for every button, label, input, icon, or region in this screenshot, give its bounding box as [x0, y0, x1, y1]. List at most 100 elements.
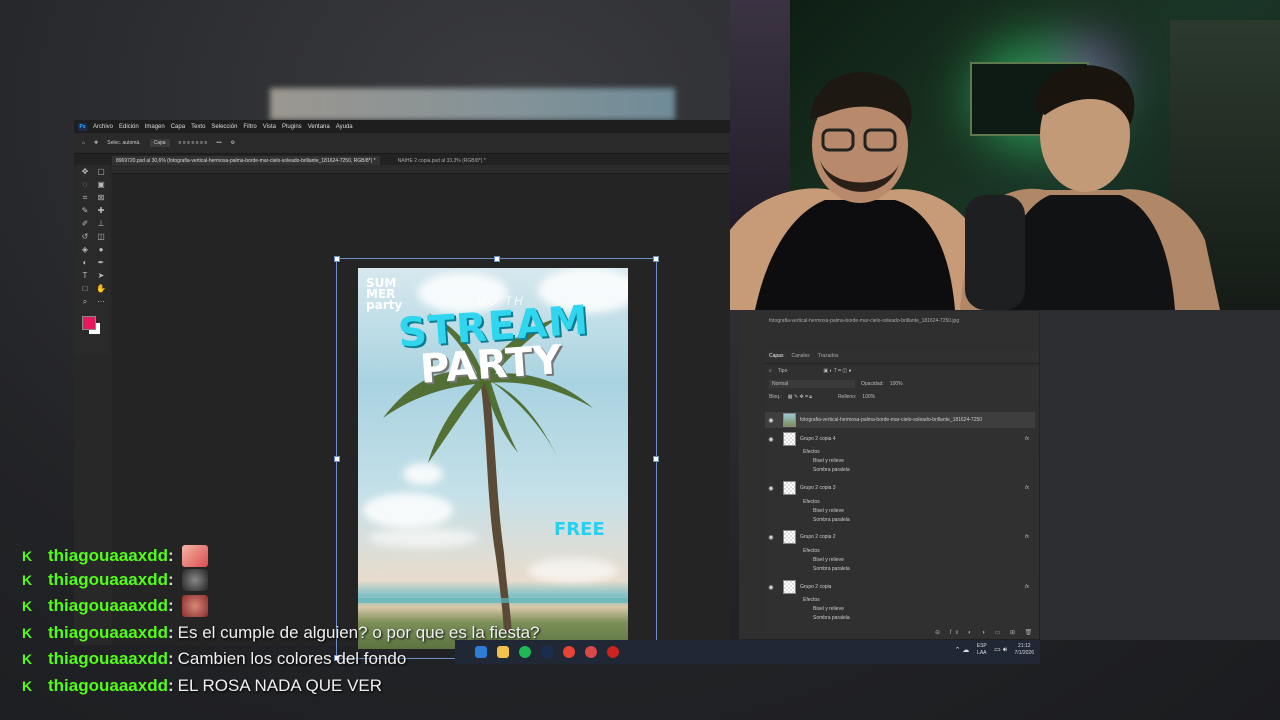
auto-select-checkbox[interactable]: Selec. automá. [107, 140, 140, 146]
spotify-icon[interactable] [519, 646, 531, 658]
gear-icon[interactable]: ⚙ [231, 140, 235, 146]
fx-icon[interactable]: fx [1025, 534, 1029, 540]
eraser-icon[interactable]: ◫ [93, 230, 109, 243]
tray-icons[interactable]: ⌃ ☁ [955, 647, 970, 654]
menu-archivo[interactable]: Archivo [93, 124, 113, 130]
menu-edicion[interactable]: Edición [119, 124, 139, 130]
panel-tabs: Capas Canales Trazados [765, 349, 1039, 364]
eye-icon[interactable]: ◉ [765, 584, 777, 591]
windows-start-icon[interactable] [475, 646, 487, 658]
eye-icon[interactable]: ◉ [765, 534, 777, 541]
eye-icon[interactable]: ◉ [765, 417, 777, 424]
stamp-icon[interactable]: ⊥ [93, 217, 109, 230]
eye-icon[interactable]: ◉ [765, 436, 777, 443]
chrome-icon[interactable] [563, 646, 575, 658]
menu-ventana[interactable]: Ventana [308, 124, 330, 130]
transform-handle[interactable] [653, 456, 659, 462]
layer-name: fotografia-vertical-hermosa-palma-borde-… [800, 417, 983, 423]
language-indicator[interactable]: ESP [977, 643, 987, 649]
eye-icon[interactable]: ◉ [765, 485, 777, 492]
file-explorer-icon[interactable] [497, 646, 509, 658]
menu-texto[interactable]: Texto [191, 124, 205, 130]
transform-bounding-box[interactable] [334, 256, 659, 661]
home-icon[interactable]: ⌂ [82, 140, 85, 146]
path-select-icon[interactable]: ➤ [93, 269, 109, 282]
fx-icon[interactable]: fx [1025, 584, 1029, 590]
healing-icon[interactable]: ✚ [93, 204, 109, 217]
blur-icon[interactable]: ● [93, 243, 109, 256]
chat-username: thiagouaaaxdd [48, 623, 168, 642]
effect-item: Sombra paralela [813, 566, 850, 572]
menu-ayuda[interactable]: Ayuda [336, 124, 353, 130]
move-icon[interactable]: ✥ [77, 165, 93, 178]
transform-handle[interactable] [334, 456, 340, 462]
system-tray: ⌃ ☁ ESP LAA ▭ 🔊︎ 21:12 7/1/2026 [955, 643, 1034, 657]
blend-mode-select[interactable]: Normal [769, 379, 855, 388]
chat-colon: : [167, 676, 174, 695]
chat-text: Cambien los colores del fondo [177, 649, 407, 668]
options-bar: ⌂ ✥ Selec. automá. Capa ≡ ≡ ≡ ≡ ≡ ≡ ≡ ••… [74, 133, 730, 154]
tab-capas[interactable]: Capas [769, 353, 783, 359]
chat-username: thiagouaaaxdd [48, 570, 168, 589]
eyedropper-icon[interactable]: ✎ [77, 204, 93, 217]
kick-icon: K [22, 625, 33, 641]
transform-handle[interactable] [334, 256, 340, 262]
layer-row[interactable]: ◉ fotografia-vertical-hermosa-palma-bord… [765, 412, 1035, 428]
effects-label: Efectos [803, 597, 820, 603]
brush-icon[interactable]: ✐ [77, 217, 93, 230]
menu-seleccion[interactable]: Selección [211, 124, 237, 130]
chat-username: thiagouaaaxdd [48, 596, 168, 615]
hand-icon[interactable]: ✋ [93, 282, 109, 295]
chat-message: K thiagouaaaxdd: Es el cumple de alguien… [22, 623, 540, 643]
more-tools-icon[interactable]: ⋯ [93, 295, 109, 308]
transform-handle[interactable] [653, 256, 659, 262]
layer-filter-select[interactable]: Tipo [778, 368, 788, 374]
layer-thumbnail [783, 481, 796, 495]
transform-handle[interactable] [494, 256, 500, 262]
layer-select-dropdown[interactable]: Capa [149, 139, 170, 147]
layer-row[interactable]: ◉ Grupo 2 copia fx [765, 580, 1035, 594]
tab-canales[interactable]: Canales [791, 353, 809, 359]
chat-colon: : [167, 649, 174, 668]
layer-actions-icons[interactable]: ⊖ fx ◐ ◑ ▭ ⊞ 🗑︎ [935, 629, 1036, 636]
filter-icons[interactable]: ▣ ◐ T ⌗ ◫ ● [823, 368, 851, 374]
fx-icon[interactable]: fx [1025, 485, 1029, 491]
dodge-icon[interactable]: ◐ [77, 256, 93, 269]
history-brush-icon[interactable]: ↺ [77, 230, 93, 243]
layer-row[interactable]: ◉ Grupo 2 copia 2 fx [765, 530, 1035, 544]
photoshop-taskbar-icon[interactable] [541, 646, 553, 658]
bucket-icon[interactable]: ◈ [77, 243, 93, 256]
clock-time[interactable]: 21:12 [1018, 643, 1031, 649]
artboard-icon[interactable]: ▢ [93, 165, 109, 178]
rectangle-icon[interactable]: □ [77, 282, 93, 295]
menu-vista[interactable]: Vista [263, 124, 276, 130]
align-icons[interactable]: ≡ ≡ ≡ ≡ ≡ ≡ ≡ [179, 140, 208, 146]
obs-icon[interactable] [607, 646, 619, 658]
opacity-input[interactable]: 100% [890, 381, 903, 387]
move-tool-icon[interactable]: ✥ [94, 140, 98, 146]
network-icon[interactable]: ▭ 🔊︎ [994, 647, 1007, 654]
kick-icon: K [22, 651, 33, 667]
lock-icons[interactable]: ▦ ✎ ✥ ⌗ 🔒︎ [788, 394, 812, 400]
zoom-icon[interactable]: ⌕ [77, 295, 93, 308]
fill-input[interactable]: 100% [862, 394, 875, 400]
fx-icon[interactable]: fx [1025, 436, 1029, 442]
tab-trazados[interactable]: Trazados [818, 353, 839, 359]
crop-icon[interactable]: ⌗ [77, 191, 93, 204]
menu-imagen[interactable]: Imagen [145, 124, 165, 130]
type-icon[interactable]: T [77, 269, 93, 282]
foreground-color-swatch[interactable] [82, 316, 96, 330]
frame-icon[interactable]: ⊠ [93, 191, 109, 204]
effect-item: Bisel y relieve [813, 557, 844, 563]
menu-capa[interactable]: Capa [171, 124, 185, 130]
object-select-icon[interactable]: ▣ [93, 178, 109, 191]
chat-message: K thiagouaaaxdd: Cambien los colores del… [22, 649, 406, 669]
browser-icon[interactable] [585, 646, 597, 658]
lasso-icon[interactable]: ◌ [77, 178, 93, 191]
layer-row[interactable]: ◉ Grupo 2 copia 4 fx [765, 432, 1035, 446]
more-options-icon[interactable]: ••• [216, 140, 221, 146]
menu-plugins[interactable]: Plugins [282, 124, 302, 130]
menu-filtro[interactable]: Filtro [243, 124, 256, 130]
layer-row[interactable]: ◉ Grupo 2 copia 3 fx [765, 481, 1035, 495]
pen-icon[interactable]: ✒ [93, 256, 109, 269]
